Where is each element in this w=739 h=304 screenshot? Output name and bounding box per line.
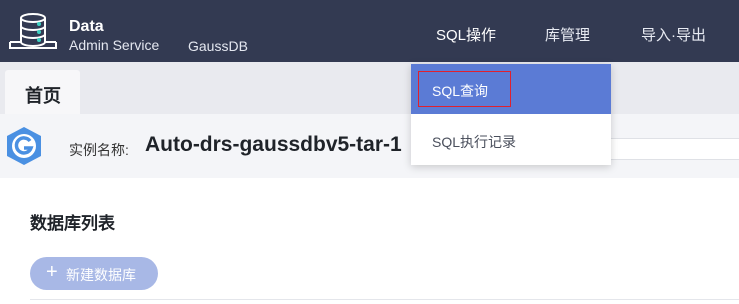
brand-title: Data (69, 18, 104, 35)
brand-subtitle: Admin Service (69, 37, 160, 53)
instance-bar: 实例名称: Auto-drs-gaussdbv5-tar-1 (0, 114, 739, 178)
table-divider (30, 299, 739, 300)
nav-import-export[interactable]: 导入·导出 (641, 24, 706, 45)
nav-sql-operations[interactable]: SQL操作 (436, 24, 496, 45)
menu-item-sql-history-label: SQL执行记录 (432, 134, 517, 150)
product-name: GaussDB (188, 38, 248, 54)
tab-home-label: 首页 (25, 86, 61, 106)
highlight-annotation-box (418, 71, 511, 107)
nav-database-management[interactable]: 库管理 (545, 24, 590, 45)
sql-operations-dropdown: SQL查询 SQL执行记录 (411, 64, 611, 165)
instance-name-label: 实例名称: (69, 142, 129, 158)
database-list-panel: 数据库列表 + 新建数据库 (5, 178, 739, 304)
top-navigation-bar: Data Admin Service GaussDB SQL操作 库管理 导入·… (0, 0, 739, 62)
menu-item-sql-query[interactable]: SQL查询 (411, 64, 611, 114)
instance-selector[interactable] (600, 138, 739, 160)
menu-item-sql-history[interactable]: SQL执行记录 (411, 115, 611, 165)
database-logo-icon (9, 13, 57, 49)
database-list-title: 数据库列表 (30, 214, 115, 233)
tab-home[interactable]: 首页 (5, 70, 80, 114)
plus-icon: + (46, 261, 58, 283)
new-database-label: 新建数据库 (66, 267, 136, 283)
gaussdb-logo-icon (7, 127, 41, 165)
new-database-button[interactable]: + 新建数据库 (30, 257, 158, 290)
instance-name-value: Auto-drs-gaussdbv5-tar-1 (145, 133, 402, 156)
tab-strip: 首页 (0, 62, 739, 114)
